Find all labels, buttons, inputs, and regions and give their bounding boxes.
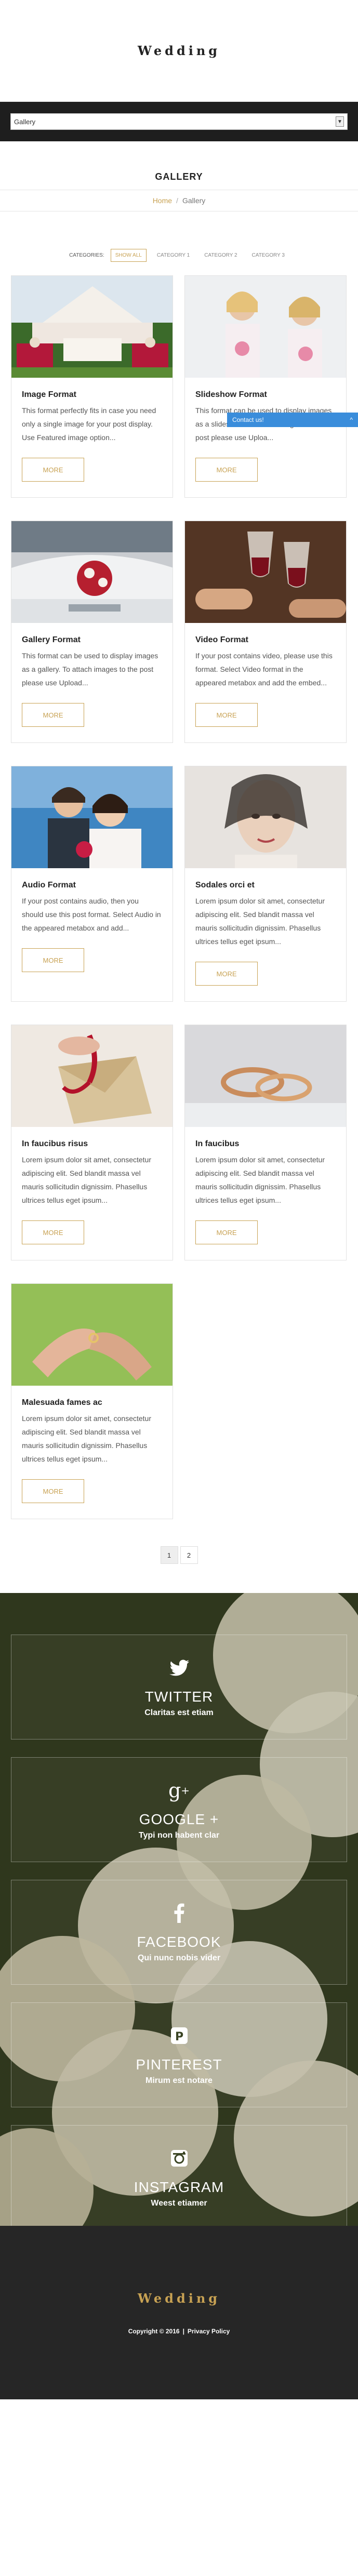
- social-name: GOOGLE +: [139, 1811, 219, 1827]
- filter-label: CATEGORIES:: [69, 253, 104, 258]
- social-tagline: Claritas est etiam: [144, 1708, 214, 1717]
- nav-menu-select[interactable]: Gallery ▼: [10, 113, 348, 130]
- post-title[interactable]: Malesuada fames ac: [22, 1398, 162, 1407]
- post-card: Audio Format If your post contains audio…: [11, 766, 173, 1002]
- google-plus-icon: g +: [168, 1779, 190, 1802]
- nav-bar: Gallery ▼: [0, 102, 358, 141]
- more-button[interactable]: MORE: [195, 703, 258, 727]
- social-name: TWITTER: [144, 1689, 214, 1705]
- facebook-icon: [174, 1902, 184, 1924]
- privacy-policy-link[interactable]: Privacy Policy: [188, 2328, 230, 2335]
- post-title[interactable]: Audio Format: [22, 881, 162, 890]
- social-name: FACEBOOK: [137, 1934, 221, 1950]
- more-button[interactable]: MORE: [22, 1479, 84, 1503]
- post-card: Gallery Format This format can be used t…: [11, 521, 173, 743]
- social-section: TWITTER Claritas est etiam g + GOOGLE + T…: [0, 1593, 358, 2226]
- pagination: 1 2: [0, 1546, 358, 1564]
- post-excerpt: If your post contains audio, then you sh…: [22, 897, 161, 932]
- social-tagline: Qui nunc nobis vider: [137, 1954, 221, 1962]
- more-button[interactable]: MORE: [22, 948, 84, 972]
- post-thumbnail-veil[interactable]: [185, 766, 346, 868]
- more-button[interactable]: MORE: [195, 458, 258, 482]
- posts-grid: Contact us! ^ Image Format This format p…: [0, 275, 358, 1519]
- breadcrumb: Home / Gallery: [0, 190, 358, 211]
- social-pinterest[interactable]: P PINTEREST Mirum est notare: [11, 2002, 347, 2107]
- more-button[interactable]: MORE: [22, 703, 84, 727]
- post-excerpt: Lorem ipsum dolor sit amet, consectetur …: [22, 1156, 151, 1204]
- post-card: Malesuada fames ac Lorem ipsum dolor sit…: [11, 1283, 173, 1519]
- filter-category-3[interactable]: CATEGORY 3: [248, 249, 289, 261]
- post-excerpt: This format can be used to display image…: [22, 652, 158, 687]
- instagram-icon: [170, 2147, 189, 2170]
- post-excerpt: Lorem ipsum dolor sit amet, consectetur …: [195, 897, 325, 946]
- copyright-text: Copyright © 2016: [128, 2327, 180, 2335]
- post-thumbnail-hands[interactable]: [11, 1284, 173, 1386]
- breadcrumb-separator: /: [176, 196, 178, 205]
- chevron-up-icon: ^: [350, 416, 353, 423]
- post-thumbnail-envelope[interactable]: [11, 1025, 173, 1127]
- site-logo[interactable]: Wedding: [138, 43, 220, 58]
- social-instagram[interactable]: INSTAGRAM Weest etiamer: [11, 2125, 347, 2226]
- social-facebook[interactable]: FACEBOOK Qui nunc nobis vider: [11, 1880, 347, 1985]
- social-tagline: Weest etiamer: [151, 2199, 207, 2208]
- more-button[interactable]: MORE: [195, 1220, 258, 1244]
- social-tagline: Typi non habent clar: [138, 1831, 220, 1840]
- footer-logo[interactable]: Wedding: [138, 2291, 220, 2306]
- post-card: Video Format If your post contains video…: [184, 521, 347, 743]
- filter-show-all[interactable]: SHOW ALL: [110, 249, 147, 262]
- page-title-area: GALLERY Home / Gallery: [0, 141, 358, 211]
- social-twitter[interactable]: TWITTER Claritas est etiam: [11, 1635, 347, 1740]
- social-google-plus[interactable]: g + GOOGLE + Typi non habent clar: [11, 1757, 347, 1862]
- post-excerpt: This format perfectly fits in case you n…: [22, 406, 156, 442]
- filter-category-1[interactable]: CATEGORY 1: [153, 249, 194, 261]
- post-card: In faucibus Lorem ipsum dolor sit amet, …: [184, 1025, 347, 1260]
- category-filters: CATEGORIES: SHOW ALL CATEGORY 1 CATEGORY…: [0, 249, 358, 262]
- post-thumbnail-bridesmaids[interactable]: [185, 276, 346, 378]
- twitter-icon: [169, 1656, 189, 1679]
- footer-divider: |: [182, 2327, 184, 2335]
- post-thumbnail-car[interactable]: [11, 521, 173, 623]
- page-title: GALLERY: [155, 171, 203, 182]
- more-button[interactable]: MORE: [22, 458, 84, 482]
- post-card: Slideshow Format This format can be used…: [184, 275, 347, 498]
- post-thumbnail-reception[interactable]: [11, 276, 173, 378]
- post-thumbnail-couple[interactable]: [11, 766, 173, 868]
- post-excerpt: Lorem ipsum dolor sit amet, consectetur …: [195, 1156, 325, 1204]
- post-excerpt: Lorem ipsum dolor sit amet, consectetur …: [22, 1414, 151, 1463]
- post-title[interactable]: Slideshow Format: [195, 390, 336, 400]
- post-card: Image Format This format perfectly fits …: [11, 275, 173, 498]
- site-header: Wedding: [0, 0, 358, 102]
- post-card: In faucibus risus Lorem ipsum dolor sit …: [11, 1025, 173, 1260]
- post-thumbnail-wine[interactable]: [185, 521, 346, 623]
- post-title[interactable]: Image Format: [22, 390, 162, 400]
- contact-us-label: Contact us!: [232, 416, 264, 423]
- footer-copyright: Copyright © 2016 | Privacy Policy: [128, 2328, 230, 2335]
- nav-select-value: Gallery: [14, 117, 36, 126]
- post-excerpt: If your post contains video, please use …: [195, 652, 333, 687]
- post-card: Sodales orci et Lorem ipsum dolor sit am…: [184, 766, 347, 1002]
- chevron-down-icon: ▼: [336, 116, 344, 127]
- page-link-1[interactable]: 1: [160, 1546, 178, 1564]
- post-title[interactable]: In faucibus risus: [22, 1139, 162, 1149]
- post-title[interactable]: Gallery Format: [22, 635, 162, 645]
- site-footer: Wedding Copyright © 2016 | Privacy Policy: [0, 2226, 358, 2399]
- contact-us-button[interactable]: Contact us! ^: [227, 413, 358, 427]
- page-link-2[interactable]: 2: [180, 1546, 198, 1564]
- breadcrumb-current: Gallery: [182, 196, 206, 205]
- post-title[interactable]: Video Format: [195, 635, 336, 645]
- social-tagline: Mirum est notare: [145, 2076, 213, 2085]
- filter-category-2[interactable]: CATEGORY 2: [200, 249, 241, 261]
- social-name: INSTAGRAM: [134, 2179, 224, 2195]
- svg-text:P: P: [175, 2030, 183, 2043]
- post-title[interactable]: In faucibus: [195, 1139, 336, 1149]
- social-name: PINTEREST: [136, 2056, 222, 2073]
- breadcrumb-home-link[interactable]: Home: [153, 196, 172, 205]
- post-title[interactable]: Sodales orci et: [195, 881, 336, 890]
- more-button[interactable]: MORE: [22, 1220, 84, 1244]
- post-thumbnail-rings[interactable]: [185, 1025, 346, 1127]
- pinterest-icon: P: [170, 2024, 189, 2047]
- more-button[interactable]: MORE: [195, 962, 258, 986]
